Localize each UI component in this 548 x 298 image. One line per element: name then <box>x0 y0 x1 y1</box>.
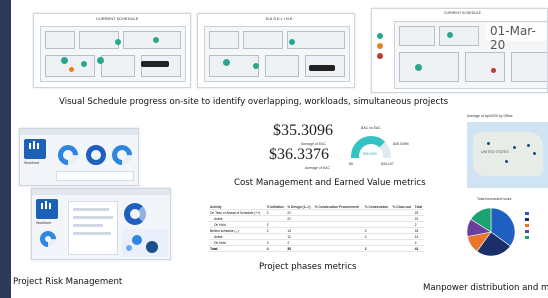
legend-icon <box>376 33 386 63</box>
donut-chart <box>124 203 146 225</box>
gauge-chart <box>107 140 137 170</box>
risk-dashboard-1: Workfront <box>19 128 139 186</box>
gauge-title: BAC vs EAC <box>361 126 381 130</box>
slide-canvas: CURRENT SCHEDULE BASELINE CURRENT SCHEDU… <box>11 0 548 298</box>
baseline-panel: BASELINE <box>197 13 355 88</box>
eac-value-1: $35.3096 <box>273 122 333 139</box>
phases-table: Activity % Initiation % Design (1-->) % … <box>209 204 424 252</box>
caption-manpower: Manpower distribution and m <box>423 283 548 293</box>
pie-title: Total forecasted hours <box>477 197 512 201</box>
table-cell: 41 <box>413 245 424 252</box>
floor-plan <box>204 26 350 82</box>
table-cell: Total <box>209 245 266 252</box>
caption-risk: Project Risk Management <box>13 277 123 287</box>
workfront-label: Workfront <box>36 221 52 225</box>
table-cell <box>391 245 414 252</box>
right-schedule-title: CURRENT SCHEDULE <box>444 11 482 15</box>
table-cell: 4 <box>265 245 287 252</box>
baseline-title: BASELINE <box>266 16 294 21</box>
gauge-min: $0 <box>349 162 353 166</box>
gauge-chart <box>53 140 83 170</box>
workfront-label: Workfront <box>24 161 40 165</box>
gauge-chart <box>81 140 111 170</box>
caption-phases: Project phases metrics <box>259 262 357 272</box>
gauge-chart <box>36 227 60 251</box>
caption-schedule: Visual Schedule progress on-site to iden… <box>59 97 449 107</box>
pie-chart <box>466 207 516 257</box>
phases-table-panel: Activity % Initiation % Design (1-->) % … <box>209 204 424 256</box>
scatter-area <box>122 229 168 257</box>
date-text: 01-Mar-20 <box>490 24 536 52</box>
table-row: Total 4 35 2 41 <box>209 245 424 252</box>
risk-dashboard-2: Workfront <box>31 188 171 260</box>
us-map: UNITED STATES <box>467 122 548 188</box>
gauge-center-value: $36.33% <box>363 152 377 156</box>
cost-metrics-panel: $35.3096 Average of EAC $36.3376 Average… <box>221 118 431 174</box>
table-cell <box>313 245 364 252</box>
eac-label-2: Average of EAC <box>305 166 331 170</box>
map-title: Average of Apr2020 by Office <box>467 114 513 118</box>
gauge-right-value: $35.309M <box>393 142 409 146</box>
table-cell: 2 <box>363 245 392 252</box>
map-country-label: UNITED STATES <box>481 150 509 154</box>
workfront-logo <box>36 199 58 219</box>
current-schedule-date-panel: CURRENT SCHEDULE 01-Mar-20 <box>371 8 548 93</box>
caption-cost: Cost Management and Earned Value metrics <box>234 178 426 188</box>
floor-plan <box>40 26 186 82</box>
date-badge: 01-Mar-20 <box>486 23 547 52</box>
table-cell: 35 <box>286 245 314 252</box>
forecast-hours-panel: Total forecasted hours <box>463 196 548 260</box>
current-schedule-title: CURRENT SCHEDULE <box>96 16 139 21</box>
eac-value-2: $36.3376 <box>269 146 329 163</box>
gauge-max: $44.197 <box>381 162 394 166</box>
pie-legend <box>525 212 545 252</box>
workfront-logo <box>24 139 46 159</box>
current-schedule-panel: CURRENT SCHEDULE <box>33 13 191 88</box>
office-map-panel: Average of Apr2020 by Office UNITED STAT… <box>463 112 548 190</box>
